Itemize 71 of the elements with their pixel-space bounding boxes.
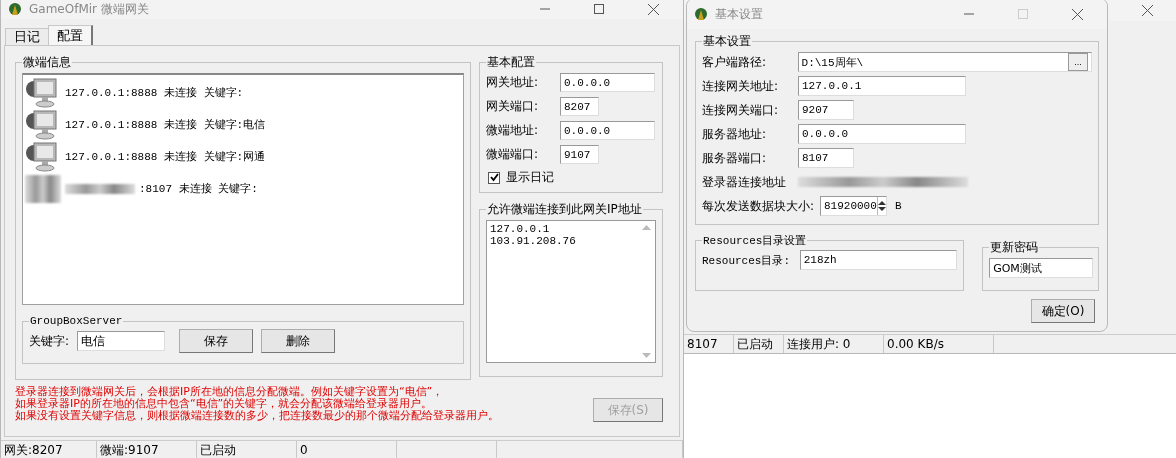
window-title: 基本设置 (715, 5, 764, 23)
spin-up-icon[interactable] (877, 201, 886, 205)
client-item[interactable]: :8107 未连接 关键字: (25, 173, 461, 204)
redacted-icon (25, 174, 61, 203)
field-label: 每次发送数据块大小: (702, 197, 812, 215)
client-item[interactable]: 127.0.0.1:8888 未连接 关键字:电信 (25, 109, 461, 140)
field-label: 微端地址: (486, 122, 540, 139)
status-panel: 已启动 (734, 335, 784, 353)
field-label: 服务器地址: (702, 125, 768, 143)
spin-down-icon[interactable] (877, 207, 886, 211)
window-title: GameOfMir 微端网关 (29, 0, 150, 18)
field-label: 网关端口: (486, 98, 540, 115)
input-field[interactable]: 0.0.0.0 (560, 73, 655, 92)
status-panel: 连接用户: 0 (784, 335, 884, 353)
field-label: 微端端口: (486, 146, 540, 163)
input-field[interactable]: 0.0.0.0 (560, 121, 655, 140)
client-text: 127.0.0.1:8888 未连接 关键字:网通 (65, 150, 266, 164)
action-button[interactable]: 保存 (179, 329, 254, 353)
field-label: 连接网关地址: (702, 77, 780, 95)
tab[interactable]: 配置 (48, 25, 93, 45)
input-field[interactable]: 8107 (798, 148, 854, 168)
group-title: 基本配置 (486, 54, 536, 71)
group-title: 基本设置 (702, 33, 752, 50)
help-text: 登录器连接到微端网关后，会根据IP所在地的信息分配微端。例如关键字设置为“电信”， 如果登录器IP的所在地的信息中包含“电信”的关键字，就会分配该微端给登录器用户。 如果没有设置关键字信息，则根据微端连接数的多少，把连接数最少的那个微端分配给登录器用户。 (15, 386, 499, 422)
unit-label: B (895, 200, 902, 212)
field-label: 网关地址: (486, 74, 540, 91)
status-panel: 已启动 (197, 441, 297, 458)
field-label: 服务器端口: (702, 149, 768, 167)
ip-line: 103.91.208.76 (490, 235, 577, 247)
app-icon (693, 6, 709, 22)
keyword-field[interactable]: 电信 (77, 331, 166, 351)
status-panel: 0.00 KB/s (884, 335, 994, 353)
client-text: 127.0.0.1:8888 未连接 关键字: (65, 86, 244, 100)
status-panel: 网关:8207 (1, 441, 97, 458)
field-label: 连接网关端口: (702, 101, 780, 119)
status-panel: 微端:9107 (97, 441, 197, 458)
status-panel: 0 (297, 441, 397, 458)
action-button[interactable]: 删除 (261, 329, 336, 353)
client-text: :8107 未连接 关键字: (139, 182, 258, 196)
input-field[interactable]: 218zh (799, 250, 958, 270)
maximize-icon[interactable] (594, 4, 604, 14)
input-field[interactable]: 127.0.0.1 (798, 76, 966, 96)
group-title: 微端信息 (22, 54, 72, 71)
input-field[interactable]: 9107 (560, 145, 599, 164)
group-title: Resources目录设置 (702, 234, 808, 248)
spin-field[interactable]: 81920000 (820, 196, 887, 216)
checkbox[interactable] (488, 171, 500, 184)
input-field[interactable]: 9207 (798, 100, 854, 120)
field-label: 关键字: (29, 332, 70, 350)
field-label: 登录器连接地址 (702, 173, 787, 191)
input-field[interactable]: 8207 (560, 97, 599, 116)
close-icon[interactable] (1141, 4, 1153, 16)
client-item[interactable]: 127.0.0.1:8888 未连接 关键字: (25, 77, 461, 108)
group-title: 更新密码 (989, 239, 1040, 256)
tab[interactable]: 日记 (5, 28, 49, 45)
checkbox-label: 显示日记 (506, 169, 554, 186)
close-icon[interactable] (1071, 8, 1083, 20)
ok-button[interactable]: 确定(O) (1031, 299, 1095, 323)
browse-button[interactable]: ... (1068, 53, 1088, 71)
app-icon (7, 1, 23, 17)
group-title: GroupBoxServer (29, 315, 124, 327)
field-label: Resources目录: (702, 253, 791, 268)
path-field[interactable]: D:\15周年\ ... (797, 52, 1092, 72)
field-label: 客户端路径: (702, 53, 768, 71)
password-field[interactable]: GOM测试 (989, 258, 1094, 278)
ip-line: 127.0.0.1 (490, 223, 551, 235)
group-title: 允许微端连接到此网关IP地址 (486, 201, 643, 218)
close-icon[interactable] (647, 3, 659, 15)
client-item[interactable]: 127.0.0.1:8888 未连接 关键字:网通 (25, 141, 461, 172)
input-field[interactable]: 0.0.0.0 (798, 124, 966, 144)
client-text: 127.0.0.1:8888 未连接 关键字:电信 (65, 118, 266, 132)
